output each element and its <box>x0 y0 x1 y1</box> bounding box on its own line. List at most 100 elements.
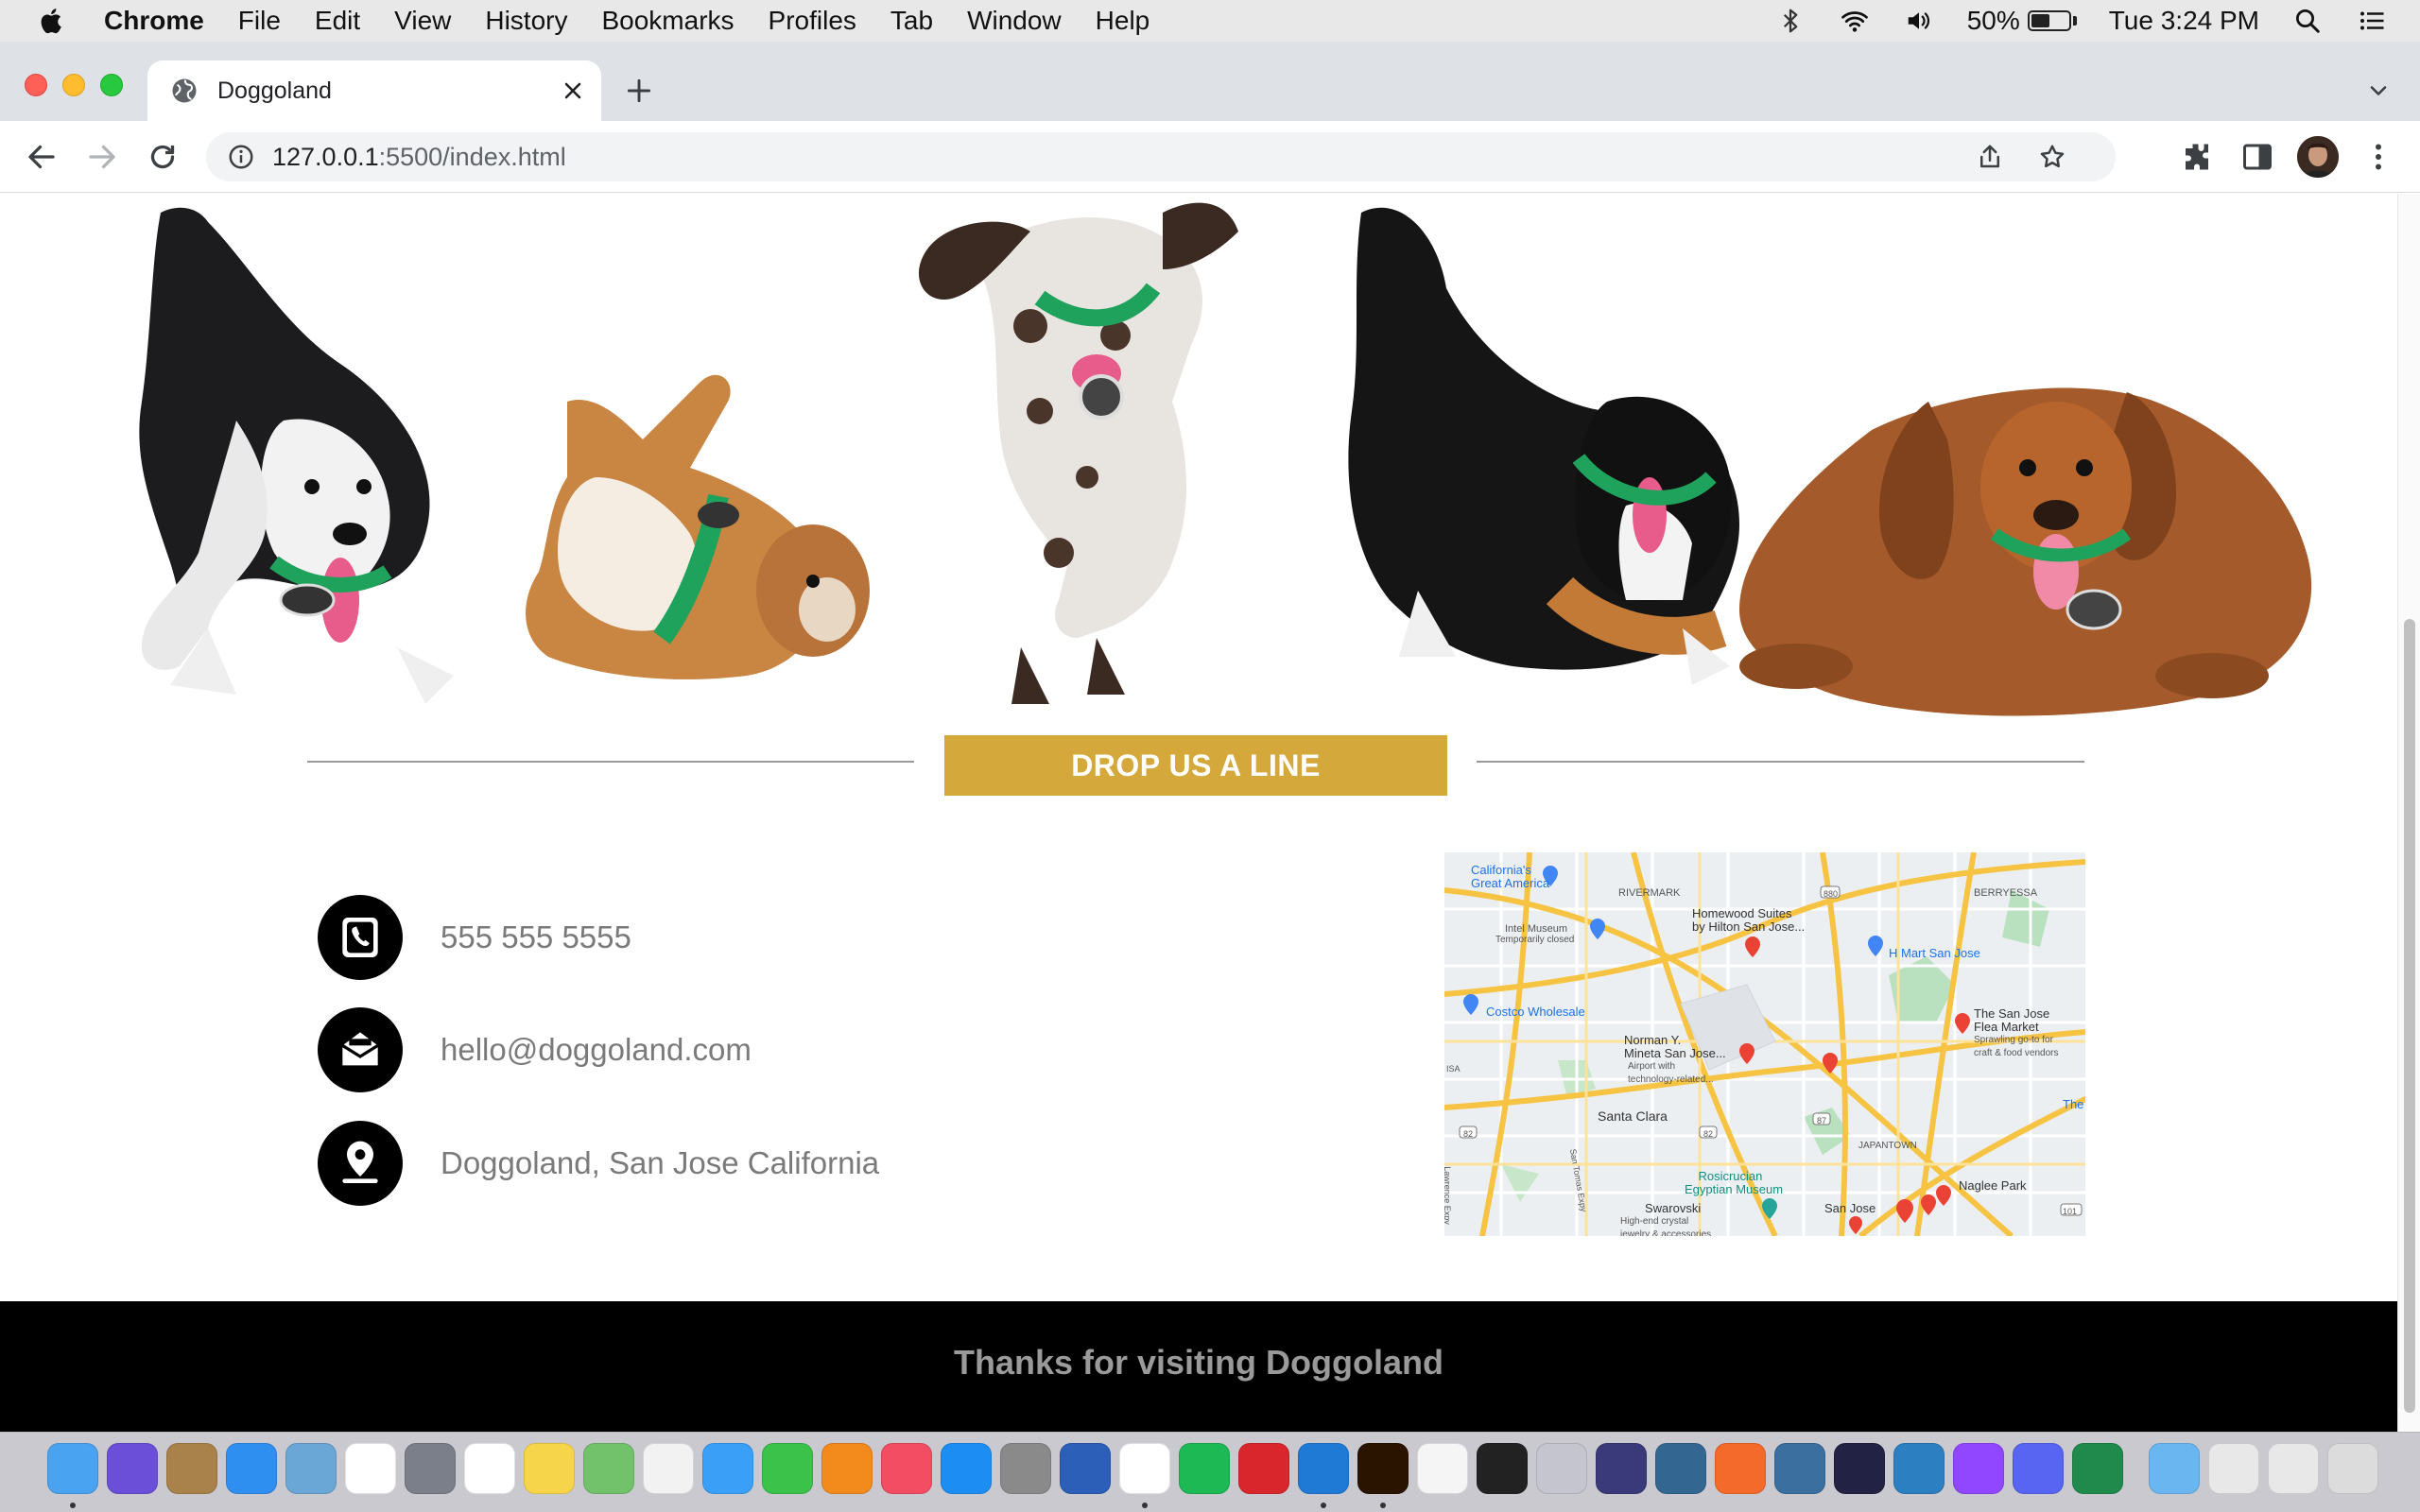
dock-utility-icon[interactable] <box>1536 1443 1587 1494</box>
url-text[interactable]: 127.0.0.1:5500/index.html <box>272 143 566 172</box>
dock-tableplus-icon[interactable] <box>1893 1443 1945 1494</box>
dock-mysql-workbench-icon[interactable] <box>1774 1443 1825 1494</box>
menu-bookmarks[interactable]: Bookmarks <box>601 6 734 36</box>
dock-running-indicator <box>1321 1503 1326 1508</box>
dock-launchpad-icon[interactable] <box>405 1443 456 1494</box>
menu-view[interactable]: View <box>394 6 451 36</box>
email-icon <box>318 1007 403 1092</box>
new-tab-icon[interactable] <box>624 76 654 106</box>
menu-tab[interactable]: Tab <box>890 6 933 36</box>
location-text: Doggoland, San Jose California <box>441 1145 880 1180</box>
dock-music-icon[interactable] <box>881 1443 932 1494</box>
site-info-icon[interactable] <box>227 143 255 171</box>
spotlight-search-icon[interactable] <box>2291 7 2324 35</box>
dock-chrome-icon[interactable] <box>1119 1443 1170 1494</box>
dock-eclipse-icon[interactable] <box>1596 1443 1647 1494</box>
dock-vs-code-icon[interactable] <box>1298 1443 1349 1494</box>
tab-doggoland[interactable]: Doggoland <box>147 60 601 121</box>
dock-notes-icon[interactable] <box>524 1443 575 1494</box>
dock-postgresql-icon[interactable] <box>1655 1443 1706 1494</box>
dock-textedit-icon[interactable] <box>1417 1443 1468 1494</box>
dock-notefile-icon[interactable] <box>166 1443 217 1494</box>
tab-search-chevron-icon[interactable] <box>2365 77 2392 104</box>
entlebucher-illustration <box>1348 207 1739 685</box>
window-minimize-button[interactable] <box>62 74 85 96</box>
dock-discord-icon[interactable] <box>2013 1443 2064 1494</box>
dock-intellij-icon[interactable] <box>1834 1443 1885 1494</box>
map-label-flea-desc: Sprawling go-to for craft & food vendors <box>1974 1035 2059 1058</box>
side-panel-icon[interactable] <box>2240 140 2274 174</box>
dock-acrobat-icon[interactable] <box>1238 1443 1289 1494</box>
chrome-menu-icon[interactable] <box>2361 140 2395 174</box>
control-center-icon[interactable] <box>2356 7 2388 35</box>
extensions-icon[interactable] <box>2180 140 2214 174</box>
dock-facetime-icon[interactable] <box>762 1443 813 1494</box>
clock[interactable]: Tue 3:24 PM <box>2109 6 2259 36</box>
map-label-costco: Costco Wholesale <box>1486 1005 1585 1019</box>
dock-reminders-icon[interactable] <box>464 1443 515 1494</box>
dogs-banner-image <box>139 202 2312 716</box>
phone-text[interactable]: 555 555 5555 <box>441 919 631 955</box>
dock-spotify-icon[interactable] <box>1179 1443 1230 1494</box>
address-bar[interactable]: 127.0.0.1:5500/index.html <box>206 132 2116 181</box>
map-label-isa: ISA <box>1446 1064 1461 1074</box>
menu-file[interactable]: File <box>238 6 281 36</box>
dock-documents-icon[interactable] <box>2268 1443 2319 1494</box>
dock-siri-icon[interactable] <box>107 1443 158 1494</box>
profile-avatar[interactable] <box>2297 136 2339 178</box>
menu-profiles[interactable]: Profiles <box>769 6 856 36</box>
menu-bar: Chrome File Edit View History Bookmarks … <box>0 0 2420 42</box>
divider-right <box>1477 761 2084 763</box>
dock-illustrator-icon[interactable] <box>1357 1443 1409 1494</box>
battery-percent: 50% <box>1966 6 2020 35</box>
email-text[interactable]: hello@doggoland.com <box>441 1032 752 1068</box>
back-icon[interactable] <box>25 140 59 174</box>
bulldog-illustration <box>526 374 870 679</box>
dock-app-store-icon[interactable] <box>941 1443 992 1494</box>
scrollbar-thumb[interactable] <box>2404 619 2415 1413</box>
dock-maps-icon[interactable] <box>583 1443 634 1494</box>
dock-trash-icon[interactable] <box>2327 1443 2378 1494</box>
dock-sublime-icon[interactable] <box>1715 1443 1766 1494</box>
menu-history[interactable]: History <box>485 6 567 36</box>
dock-excel-icon[interactable] <box>2072 1443 2123 1494</box>
map-label-intel-closed: Temporarily closed <box>1495 935 1575 945</box>
map-shield-87: 87 <box>1817 1116 1827 1125</box>
menu-window[interactable]: Window <box>967 6 1062 36</box>
dock-messages-icon[interactable] <box>702 1443 753 1494</box>
forward-icon[interactable] <box>85 140 119 174</box>
menu-edit[interactable]: Edit <box>315 6 360 36</box>
dock-finder-icon[interactable] <box>47 1443 98 1494</box>
menu-app-chrome[interactable]: Chrome <box>104 6 204 36</box>
dock-terminal-icon[interactable] <box>1477 1443 1528 1494</box>
wifi-icon[interactable] <box>1839 7 1871 35</box>
map-label-norman-desc: Airport with technology-related... <box>1628 1061 1714 1085</box>
dock-safari-icon[interactable] <box>226 1443 277 1494</box>
apple-icon[interactable] <box>36 5 68 37</box>
menu-help[interactable]: Help <box>1096 6 1150 36</box>
google-map-embed[interactable]: California's Great America RIVERMARK Home… <box>1444 852 2085 1236</box>
dock-photos-icon[interactable] <box>643 1443 694 1494</box>
bookmark-star-icon[interactable] <box>2038 143 2066 171</box>
dock-system-preferences-icon[interactable] <box>1000 1443 1051 1494</box>
dock-books-icon[interactable] <box>821 1443 873 1494</box>
dock-downloads-icon[interactable] <box>2149 1443 2200 1494</box>
volume-icon[interactable] <box>1903 7 1935 35</box>
window-close-button[interactable] <box>25 74 47 96</box>
dock-word-icon[interactable] <box>1060 1443 1111 1494</box>
reload-icon[interactable] <box>146 140 180 174</box>
bluetooth-icon[interactable] <box>1774 7 1806 35</box>
window-zoom-button[interactable] <box>100 74 123 96</box>
dock-screenshots-icon[interactable] <box>2208 1443 2259 1494</box>
battery-indicator[interactable]: 50% <box>1967 6 2077 36</box>
dock-calendar-icon[interactable] <box>345 1443 396 1494</box>
map-label-great-america: California's Great America <box>1471 863 1550 890</box>
contact-email-row: hello@doggoland.com <box>318 1007 752 1092</box>
dock-running-indicator <box>1380 1503 1386 1508</box>
page-scrollbar[interactable] <box>2397 194 2420 1432</box>
dock-twitch-icon[interactable] <box>1953 1443 2004 1494</box>
map-shield-82: 82 <box>1703 1129 1714 1139</box>
share-icon[interactable] <box>1976 143 2004 171</box>
tab-close-icon[interactable] <box>560 77 586 104</box>
dock-preview-icon[interactable] <box>285 1443 337 1494</box>
